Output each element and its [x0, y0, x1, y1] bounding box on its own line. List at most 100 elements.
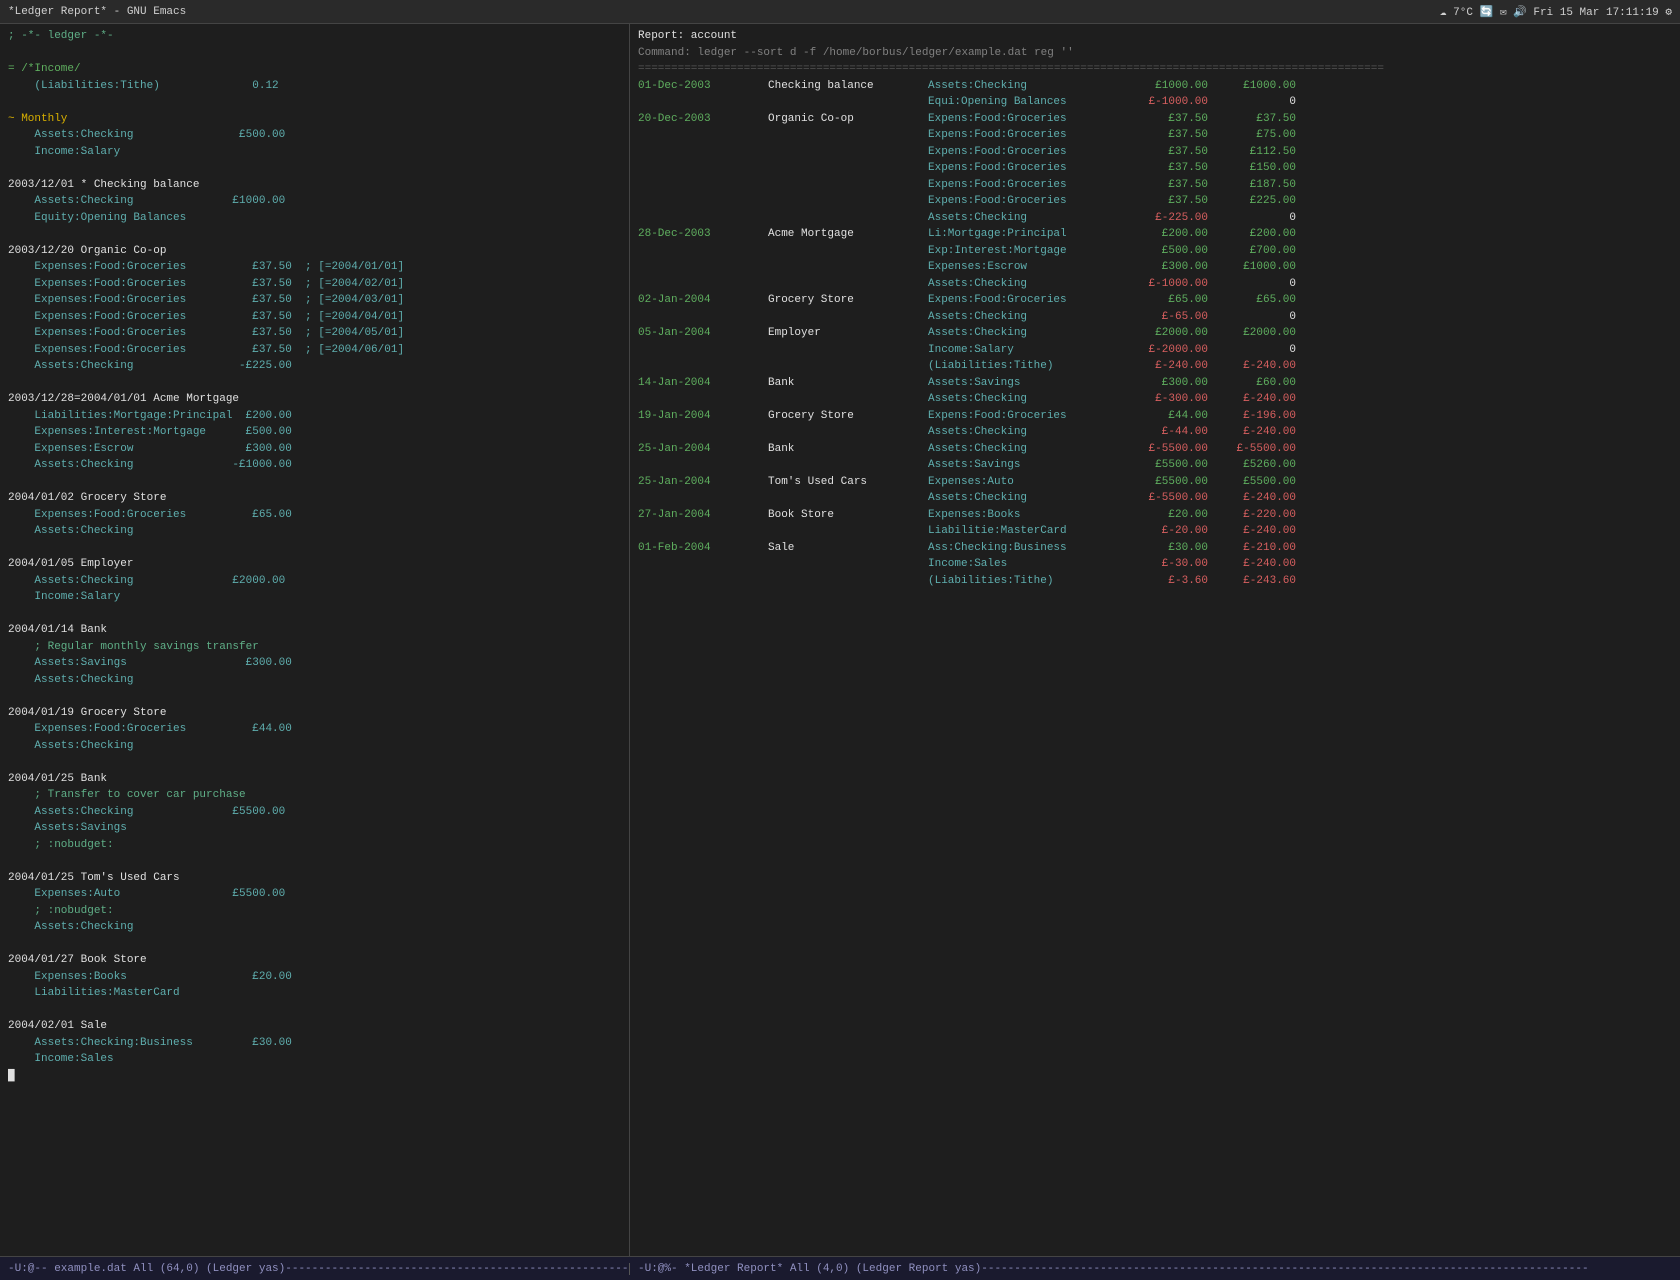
txn-payee	[768, 309, 928, 326]
transaction-row: 05-Jan-2004EmployerAssets:Checking£2000.…	[638, 325, 1672, 342]
txn-account: (Liabilities:Tithe)	[928, 573, 1128, 590]
left-line: 2003/12/20 Organic Co-op	[8, 243, 621, 260]
txn-account: Assets:Savings	[928, 375, 1128, 392]
left-line: ; Regular monthly savings transfer	[8, 639, 621, 656]
txn-date: 25-Jan-2004	[638, 441, 768, 458]
txn-amount: £-30.00	[1128, 556, 1208, 573]
txn-running-total: £-240.00	[1216, 358, 1296, 375]
txn-payee: Bank	[768, 441, 928, 458]
txn-running-total: £5260.00	[1216, 457, 1296, 474]
txn-running-total: £225.00	[1216, 193, 1296, 210]
txn-date	[638, 358, 768, 375]
transaction-group: 14-Jan-2004BankAssets:Savings£300.00£60.…	[638, 375, 1672, 408]
txn-payee: Grocery Store	[768, 292, 928, 309]
txn-date: 14-Jan-2004	[638, 375, 768, 392]
transaction-group: 02-Jan-2004Grocery StoreExpens:Food:Groc…	[638, 292, 1672, 325]
transaction-row: Assets:Savings£5500.00£5260.00	[638, 457, 1672, 474]
left-line: Assets:Checking	[8, 523, 621, 540]
left-line	[8, 1002, 621, 1019]
txn-amount: £44.00	[1128, 408, 1208, 425]
txn-amount: £200.00	[1128, 226, 1208, 243]
left-line: 2004/02/01 Sale	[8, 1018, 621, 1035]
txn-date	[638, 276, 768, 293]
txn-account: Liabilitie:MasterCard	[928, 523, 1128, 540]
right-report-pane[interactable]: Report: account Command: ledger --sort d…	[630, 24, 1680, 1256]
txn-date: 25-Jan-2004	[638, 474, 768, 491]
txn-date	[638, 94, 768, 111]
txn-account: Expenses:Auto	[928, 474, 1128, 491]
transaction-group: 19-Jan-2004Grocery StoreExpens:Food:Groc…	[638, 408, 1672, 441]
txn-payee	[768, 523, 928, 540]
left-line: Assets:Checking -£225.00	[8, 358, 621, 375]
report-command: Command: ledger --sort d -f /home/borbus…	[638, 45, 1672, 62]
txn-payee	[768, 457, 928, 474]
txn-payee	[768, 144, 928, 161]
txn-account: Equi:Opening Balances	[928, 94, 1128, 111]
txn-account: Expens:Food:Groceries	[928, 111, 1128, 128]
txn-account: Expens:Food:Groceries	[928, 408, 1128, 425]
txn-running-total: 0	[1216, 276, 1296, 293]
txn-account: Expens:Food:Groceries	[928, 127, 1128, 144]
txn-amount: £37.50	[1128, 144, 1208, 161]
txn-account: Assets:Checking	[928, 276, 1128, 293]
left-line: Assets:Checking	[8, 738, 621, 755]
txn-payee	[768, 276, 928, 293]
txn-amount: £-1000.00	[1128, 276, 1208, 293]
txn-payee: Tom's Used Cars	[768, 474, 928, 491]
txn-amount: £37.50	[1128, 177, 1208, 194]
left-line	[8, 474, 621, 491]
txn-account: Assets:Checking	[928, 490, 1128, 507]
txn-payee	[768, 556, 928, 573]
left-line: 2004/01/19 Grocery Store	[8, 705, 621, 722]
txn-payee: Grocery Store	[768, 408, 928, 425]
left-line: Expenses:Food:Groceries £65.00	[8, 507, 621, 524]
txn-amount: £65.00	[1128, 292, 1208, 309]
left-line: Income:Sales	[8, 1051, 621, 1068]
transaction-row: Income:Sales£-30.00£-240.00	[638, 556, 1672, 573]
txn-running-total: £1000.00	[1216, 78, 1296, 95]
txn-payee	[768, 342, 928, 359]
left-line: Income:Salary	[8, 144, 621, 161]
txn-payee: Organic Co-op	[768, 111, 928, 128]
left-content: ; -*- ledger -*- = /*Income/ (Liabilitie…	[8, 28, 621, 1084]
report-title: Report: account	[638, 28, 1672, 45]
window-title: *Ledger Report* - GNU Emacs	[8, 6, 186, 18]
transaction-group: 25-Jan-2004Tom's Used CarsExpenses:Auto£…	[638, 474, 1672, 507]
left-editor-pane[interactable]: ; -*- ledger -*- = /*Income/ (Liabilitie…	[0, 24, 630, 1256]
left-line	[8, 226, 621, 243]
txn-payee	[768, 160, 928, 177]
left-line: Expenses:Books £20.00	[8, 969, 621, 986]
status-left: -U:@-- example.dat All (64,0) (Ledger ya…	[0, 1263, 630, 1275]
left-line: Assets:Checking:Business £30.00	[8, 1035, 621, 1052]
txn-running-total: £37.50	[1216, 111, 1296, 128]
txn-amount: £37.50	[1128, 193, 1208, 210]
txn-account: Assets:Checking	[928, 78, 1128, 95]
transaction-row: Assets:Checking£-1000.00 0	[638, 276, 1672, 293]
transaction-row: 25-Jan-2004Tom's Used CarsExpenses:Auto£…	[638, 474, 1672, 491]
left-line: Assets:Checking £1000.00	[8, 193, 621, 210]
txn-account: Assets:Checking	[928, 424, 1128, 441]
left-line: 2004/01/25 Tom's Used Cars	[8, 870, 621, 887]
txn-payee	[768, 391, 928, 408]
left-line: Assets:Checking £5500.00	[8, 804, 621, 821]
txn-payee	[768, 177, 928, 194]
left-line: ; Transfer to cover car purchase	[8, 787, 621, 804]
txn-account: Expenses:Escrow	[928, 259, 1128, 276]
transaction-row: Expens:Food:Groceries£37.50£75.00	[638, 127, 1672, 144]
left-line: 2004/01/02 Grocery Store	[8, 490, 621, 507]
txn-amount: £30.00	[1128, 540, 1208, 557]
status-bar: -U:@-- example.dat All (64,0) (Ledger ya…	[0, 1256, 1680, 1280]
left-line: Assets:Checking	[8, 672, 621, 689]
txn-running-total: £-240.00	[1216, 391, 1296, 408]
txn-amount: £37.50	[1128, 160, 1208, 177]
txn-date	[638, 210, 768, 227]
txn-payee	[768, 424, 928, 441]
left-line: Equity:Opening Balances	[8, 210, 621, 227]
txn-amount: £300.00	[1128, 259, 1208, 276]
transaction-row: Income:Salary£-2000.000	[638, 342, 1672, 359]
txn-date: 01-Dec-2003	[638, 78, 768, 95]
txn-account: Li:Mortgage:Principal	[928, 226, 1128, 243]
txn-payee: Book Store	[768, 507, 928, 524]
transaction-row: Expens:Food:Groceries£37.50£225.00	[638, 193, 1672, 210]
txn-account: Assets:Checking	[928, 441, 1128, 458]
